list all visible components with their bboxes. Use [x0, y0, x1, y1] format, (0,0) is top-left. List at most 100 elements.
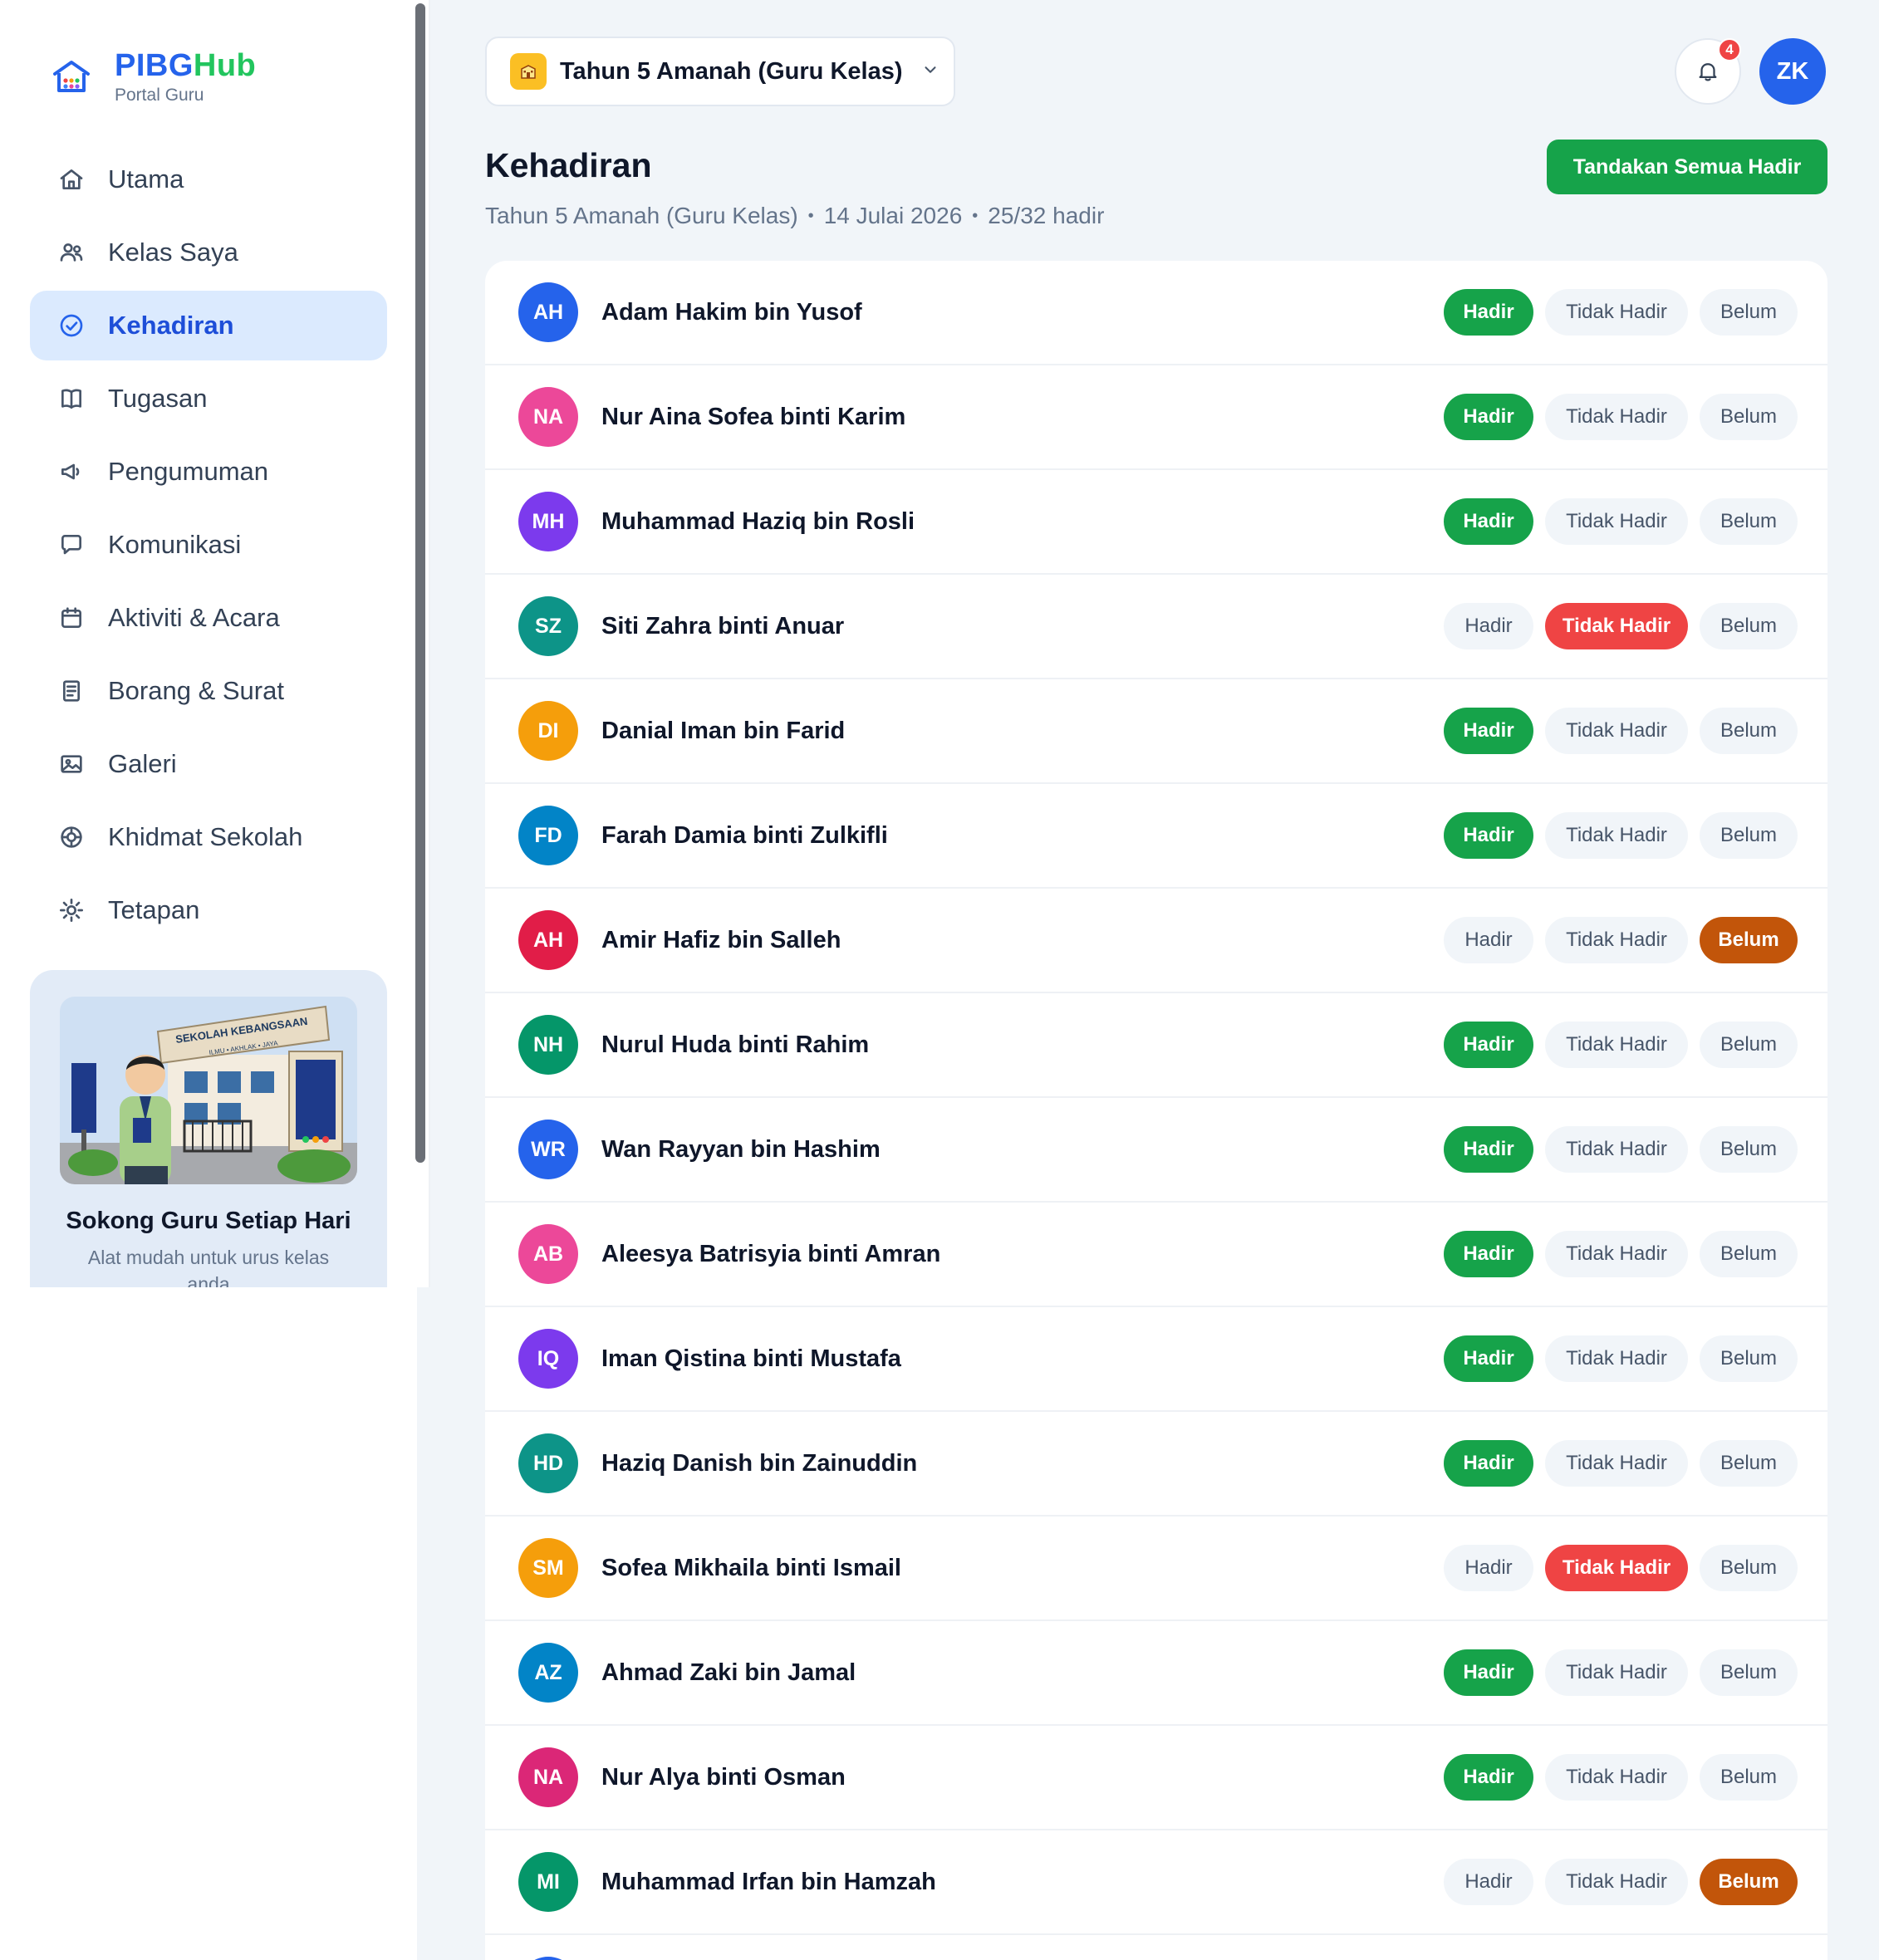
- status-pending-button[interactable]: Belum: [1700, 1649, 1798, 1696]
- user-avatar[interactable]: ZK: [1759, 38, 1826, 105]
- sidebar-item-komunikasi[interactable]: Komunikasi: [30, 510, 387, 580]
- sidebar-item-pengumuman[interactable]: Pengumuman: [30, 437, 387, 507]
- student-avatar: FD: [518, 806, 578, 865]
- status-pending-button[interactable]: Belum: [1700, 1126, 1798, 1173]
- sidebar-item-khidmat-sekolah[interactable]: Khidmat Sekolah: [30, 802, 387, 872]
- status-present-button[interactable]: Hadir: [1444, 812, 1533, 859]
- status-absent-button[interactable]: Tidak Hadir: [1545, 1754, 1688, 1801]
- status-present-button[interactable]: Hadir: [1444, 708, 1533, 754]
- status-present-button[interactable]: Hadir: [1444, 1335, 1533, 1382]
- notification-count-badge: 4: [1718, 38, 1741, 61]
- brand[interactable]: PIBGHub Portal Guru: [50, 48, 256, 105]
- status-pending-button[interactable]: Belum: [1700, 917, 1798, 963]
- student-avatar: NH: [518, 1015, 578, 1075]
- status-present-button[interactable]: Hadir: [1444, 1231, 1533, 1277]
- student-row: MI Muhammad Irfan bin Hamzah Hadir Tidak Ha…: [485, 1830, 1827, 1935]
- student-avatar: SM: [518, 1538, 578, 1598]
- status-absent-button[interactable]: Tidak Hadir: [1545, 394, 1688, 440]
- status-present-button[interactable]: Hadir: [1444, 498, 1533, 545]
- status-pending-button[interactable]: Belum: [1700, 1545, 1798, 1591]
- status-absent-button[interactable]: Tidak Hadir: [1545, 1859, 1688, 1905]
- status-pending-button[interactable]: Belum: [1700, 708, 1798, 754]
- page-title: Kehadiran: [485, 146, 652, 184]
- student-name: Haziq Danish bin Zainuddin: [601, 1449, 918, 1477]
- sidebar-item-label: Galeri: [108, 749, 177, 778]
- sidebar-item-tugasan[interactable]: Tugasan: [30, 364, 387, 434]
- student-name: Nurul Huda binti Rahim: [601, 1031, 870, 1058]
- class-selector-label: Tahun 5 Amanah (Guru Kelas): [560, 57, 903, 85]
- status-pending-button[interactable]: Belum: [1700, 1335, 1798, 1382]
- status-pending-button[interactable]: Belum: [1700, 1231, 1798, 1277]
- promo-card: SEKOLAH KEBANGSAAN ILMU • AKHLAK • JAYA …: [30, 970, 387, 1287]
- status-absent-button[interactable]: Tidak Hadir: [1545, 603, 1688, 649]
- status-present-button[interactable]: Hadir: [1444, 1649, 1533, 1696]
- status-present-button[interactable]: Hadir: [1444, 394, 1533, 440]
- sidebar-item-tetapan[interactable]: Tetapan: [30, 875, 387, 945]
- status-present-button[interactable]: Hadir: [1444, 1022, 1533, 1068]
- status-absent-button[interactable]: Tidak Hadir: [1545, 1440, 1688, 1487]
- status-absent-button[interactable]: Tidak Hadir: [1545, 1335, 1688, 1382]
- student-avatar: [518, 1957, 578, 1960]
- sidebar-item-galeri[interactable]: Galeri: [30, 729, 387, 799]
- status-pending-button[interactable]: Belum: [1700, 1754, 1798, 1801]
- status-present-button[interactable]: Hadir: [1444, 1754, 1533, 1801]
- status-present-button[interactable]: Hadir: [1444, 1545, 1533, 1591]
- student-avatar: NA: [518, 1747, 578, 1807]
- mark-all-present-button[interactable]: Tandakan Semua Hadir: [1547, 140, 1827, 194]
- meta-separator: •: [972, 206, 979, 225]
- student-row: AZ Ahmad Zaki bin Jamal Hadir Tidak Hadir Be…: [485, 1621, 1827, 1726]
- student-row: AH Amir Hafiz bin Salleh Hadir Tidak Hadir B…: [485, 889, 1827, 993]
- status-absent-button[interactable]: Tidak Hadir: [1545, 1022, 1688, 1068]
- status-present-button[interactable]: Hadir: [1444, 917, 1533, 963]
- status-pending-button[interactable]: Belum: [1700, 498, 1798, 545]
- sidebar-item-borang-surat[interactable]: Borang & Surat: [30, 656, 387, 726]
- status-present-button[interactable]: Hadir: [1444, 1440, 1533, 1487]
- student-row: AB Aleesya Batrisyia binti Amran Hadir Tida…: [485, 1203, 1827, 1307]
- student-name: Nur Alya binti Osman: [601, 1763, 846, 1791]
- student-row: SM Sofea Mikhaila binti Ismail Hadir Tidak …: [485, 1517, 1827, 1621]
- student-name: Nur Aina Sofea binti Karim: [601, 403, 906, 430]
- status-absent-button[interactable]: Tidak Hadir: [1545, 708, 1688, 754]
- scrollbar-thumb[interactable]: [415, 3, 425, 1163]
- sidebar-empty-area: [0, 1287, 417, 1960]
- chevron-down-icon: [921, 61, 940, 83]
- status-pending-button[interactable]: Belum: [1700, 394, 1798, 440]
- status-present-button[interactable]: Hadir: [1444, 1126, 1533, 1173]
- status-pending-button[interactable]: Belum: [1700, 812, 1798, 859]
- status-pending-button[interactable]: Belum: [1700, 603, 1798, 649]
- sidebar-item-label: Utama: [108, 164, 184, 194]
- status-pending-button[interactable]: Belum: [1700, 1022, 1798, 1068]
- student-name: Muhammad Irfan bin Hamzah: [601, 1868, 936, 1895]
- status-absent-button[interactable]: Tidak Hadir: [1545, 1545, 1688, 1591]
- sidebar-scrollbar[interactable]: [414, 0, 427, 1287]
- gear-icon: [56, 895, 86, 925]
- chat-icon: [56, 530, 86, 560]
- status-absent-button[interactable]: Tidak Hadir: [1545, 917, 1688, 963]
- status-pending-button[interactable]: Belum: [1700, 1859, 1798, 1905]
- sidebar-item-kehadiran[interactable]: Kehadiran: [30, 291, 387, 360]
- student-avatar: MI: [518, 1852, 578, 1912]
- status-pending-button[interactable]: Belum: [1700, 1440, 1798, 1487]
- status-absent-button[interactable]: Tidak Hadir: [1545, 498, 1688, 545]
- status-absent-button[interactable]: Tidak Hadir: [1545, 289, 1688, 336]
- status-absent-button[interactable]: Tidak Hadir: [1545, 1126, 1688, 1173]
- sidebar: PIBGHub Portal Guru Utama Kelas Saya Keh…: [0, 0, 430, 1287]
- status-pending-button[interactable]: Belum: [1700, 289, 1798, 336]
- class-selector[interactable]: Tahun 5 Amanah (Guru Kelas): [485, 37, 955, 106]
- meta-date: 14 Julai 2026: [823, 203, 963, 228]
- sidebar-item-utama[interactable]: Utama: [30, 145, 387, 214]
- student-row: NA Nur Aina Sofea binti Karim Hadir Tidak H…: [485, 365, 1827, 470]
- sidebar-item-aktiviti-acara[interactable]: Aktiviti & Acara: [30, 583, 387, 653]
- student-avatar: MH: [518, 492, 578, 551]
- status-present-button[interactable]: Hadir: [1444, 603, 1533, 649]
- status-absent-button[interactable]: Tidak Hadir: [1545, 1649, 1688, 1696]
- sidebar-item-kelas-saya[interactable]: Kelas Saya: [30, 218, 387, 287]
- status-absent-button[interactable]: Tidak Hadir: [1545, 1231, 1688, 1277]
- status-present-button[interactable]: Hadir: [1444, 1859, 1533, 1905]
- promo-subtitle: Alat mudah untuk urus kelas anda: [87, 1247, 330, 1287]
- student-avatar: SZ: [518, 596, 578, 656]
- status-absent-button[interactable]: Tidak Hadir: [1545, 812, 1688, 859]
- sidebar-item-label: Tugasan: [108, 384, 208, 413]
- status-present-button[interactable]: Hadir: [1444, 289, 1533, 336]
- calendar-icon: [56, 603, 86, 633]
